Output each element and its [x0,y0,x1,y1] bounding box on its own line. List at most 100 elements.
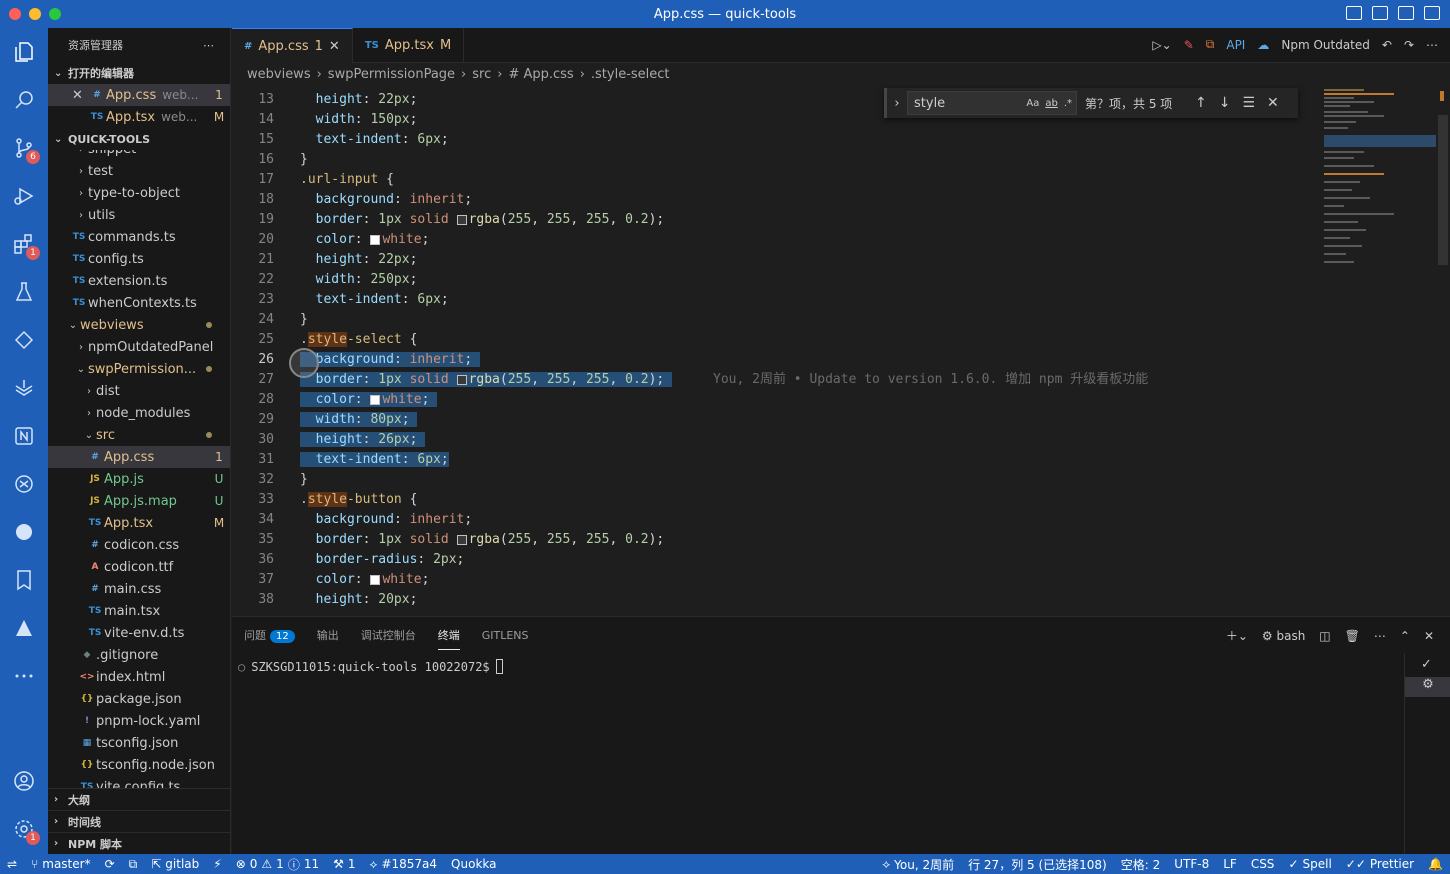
tree-file[interactable]: ◆ .gitignore [48,644,230,666]
terminal-prompt[interactable]: ○ SZKSGD11015:quick-tools 10022072$ [238,659,503,674]
toggle-panel-icon[interactable] [1372,6,1388,20]
npm-scripts-section[interactable]: › NPM 脚本 [48,832,230,854]
search-icon[interactable] [0,80,48,120]
tree-file[interactable]: TS commands.ts [48,226,230,248]
spell-indicator[interactable]: ✓ Spell [1281,856,1338,873]
settings-gear-icon[interactable]: 1 [0,809,48,849]
notifications-bell-icon[interactable]: 🔔 [1421,856,1450,873]
previous-match-icon[interactable]: ↑ [1195,95,1207,111]
editor-scrollbar[interactable] [1436,85,1450,615]
gitlab-indicator[interactable]: ⇱ gitlab [144,857,206,871]
tree-file[interactable]: # main.css [48,578,230,600]
tree-folder[interactable]: ⌄ src [48,424,230,446]
remote-indicator-icon[interactable]: ⇌ [0,857,24,871]
testing-icon[interactable] [0,272,48,312]
minimap[interactable] [1320,85,1436,275]
tree-folder[interactable]: › npmOutdatedPanel [48,336,230,358]
indentation[interactable]: 空格: 2 [1114,856,1168,873]
timeline-section[interactable]: › 时间线 [48,810,230,832]
stack-icon[interactable] [0,368,48,408]
tree-folder[interactable]: › node_modules [48,402,230,424]
cloud-icon[interactable]: ☁ [1257,38,1269,52]
more-panel-actions-icon[interactable]: ⋯ [1374,629,1386,643]
account-icon[interactable] [0,761,48,801]
tab-problems[interactable]: 问题 12 [244,627,295,643]
breadcrumb-item[interactable]: # App.css [508,67,573,82]
copy-icon[interactable]: ⧉ [122,857,145,872]
tab-debug-console[interactable]: 调试控制台 [361,627,416,643]
cursor-position[interactable]: 行 27，列 5 (已选择108) [961,856,1114,873]
npm-outdated-button[interactable]: Npm Outdated [1281,38,1370,52]
tree-file[interactable]: {} tsconfig.node.json [48,754,230,776]
run-icon[interactable]: ▷⌄ [1152,38,1171,52]
kill-terminal-icon[interactable]: 🗑 [1345,629,1360,643]
tree-file[interactable]: JS App.js.map U [48,490,230,512]
split-terminal-icon[interactable]: ◫ [1319,629,1330,643]
find-in-selection-icon[interactable]: ☰ [1242,95,1255,111]
tree-file[interactable]: TS App.tsx M [48,512,230,534]
tree-file[interactable]: JS App.js U [48,468,230,490]
tree-file[interactable]: # codicon.css [48,534,230,556]
workspace-section[interactable]: ⌄ QUICK-TOOLS [48,128,230,150]
tree-file[interactable]: {} package.json [48,688,230,710]
toggle-replace-icon[interactable]: › [887,96,907,111]
prettier-indicator[interactable]: ✓✓ Prettier [1339,856,1421,873]
api-icon[interactable]: API [1226,38,1245,52]
commit-indicator[interactable]: ⟡ #1857a4 [363,857,445,872]
toggle-secondary-sidebar-icon[interactable] [1398,6,1414,20]
maximize-window-button[interactable] [49,8,61,20]
history-forward-icon[interactable]: ↷ [1404,38,1414,52]
tree-file[interactable]: ! pnpm-lock.yaml [48,710,230,732]
close-tab-icon[interactable]: ✕ [329,39,340,54]
source-control-icon[interactable]: 6 [0,128,48,168]
tab-app-css[interactable]: # App.css 1 ✕ [232,28,353,63]
tree-file[interactable]: TS whenContexts.ts [48,292,230,314]
extensions-icon[interactable]: 1 [0,224,48,264]
remote-icon[interactable] [0,320,48,360]
end-of-line[interactable]: LF [1216,856,1244,873]
history-back-icon[interactable]: ↶ [1382,38,1392,52]
blame-indicator[interactable]: ⟡ You, 2周前 [875,856,961,873]
check-icon[interactable]: ✓ [1421,657,1432,672]
tree-file[interactable]: TS vite-env.d.ts [48,622,230,644]
broadcast-icon[interactable]: ⚡ [206,857,228,871]
breadcrumb-item[interactable]: webviews [247,67,311,82]
tree-folder[interactable]: › type-to-object [48,182,230,204]
sync-icon[interactable]: ⟳ [98,857,122,871]
tree-folder[interactable]: › utils [48,204,230,226]
match-case-icon[interactable]: Aa [1026,98,1039,109]
outline-section[interactable]: › 大纲 [48,788,230,810]
open-editor-item[interactable]: TS App.tsx web... M [48,106,230,128]
match-word-icon[interactable]: ab [1045,98,1057,109]
next-match-icon[interactable]: ↓ [1219,95,1231,111]
tree-folder[interactable]: › test [48,160,230,182]
tree-file[interactable]: Acodicon.ttf [48,556,230,578]
breadcrumb-item[interactable]: .style-select [591,67,670,82]
explorer-icon[interactable] [0,32,48,72]
close-icon[interactable]: ✕ [72,88,88,103]
close-panel-icon[interactable]: ✕ [1424,629,1434,643]
language-mode[interactable]: CSS [1244,856,1282,873]
close-window-button[interactable] [9,8,21,20]
bookmark-icon[interactable] [0,560,48,600]
tree-folder[interactable]: ⌄ swpPermission... [48,358,230,380]
more-icon[interactable] [0,656,48,696]
close-find-icon[interactable]: ✕ [1267,95,1279,111]
code-editor[interactable]: 13 14 15 16 17 18 19 20 21 22 23 24 25 2… [232,85,1450,615]
quokka-indicator[interactable]: Quokka [444,857,503,871]
maximize-panel-icon[interactable]: ⌃ [1400,629,1410,643]
ports-indicator[interactable]: ⚒ 1 [326,857,362,871]
open-editor-item[interactable]: ✕ # App.css web... 1 [48,84,230,106]
terminal-shell-label[interactable]: ⚙ bash [1262,629,1305,643]
tree-file[interactable]: ▦ tsconfig.json [48,732,230,754]
tab-terminal[interactable]: 终端 [437,627,460,650]
minimize-window-button[interactable] [29,8,41,20]
tree-file[interactable]: TS extension.ts [48,270,230,292]
breadcrumb-item[interactable]: src [472,67,491,82]
chatgpt-icon[interactable] [0,464,48,504]
explorer-more-icon[interactable]: ⋯ [203,39,214,52]
find-input[interactable]: style Aa ab .* [907,91,1077,115]
run-debug-icon[interactable] [0,176,48,216]
customize-layout-icon[interactable] [1424,6,1440,20]
edge-icon[interactable] [0,512,48,552]
